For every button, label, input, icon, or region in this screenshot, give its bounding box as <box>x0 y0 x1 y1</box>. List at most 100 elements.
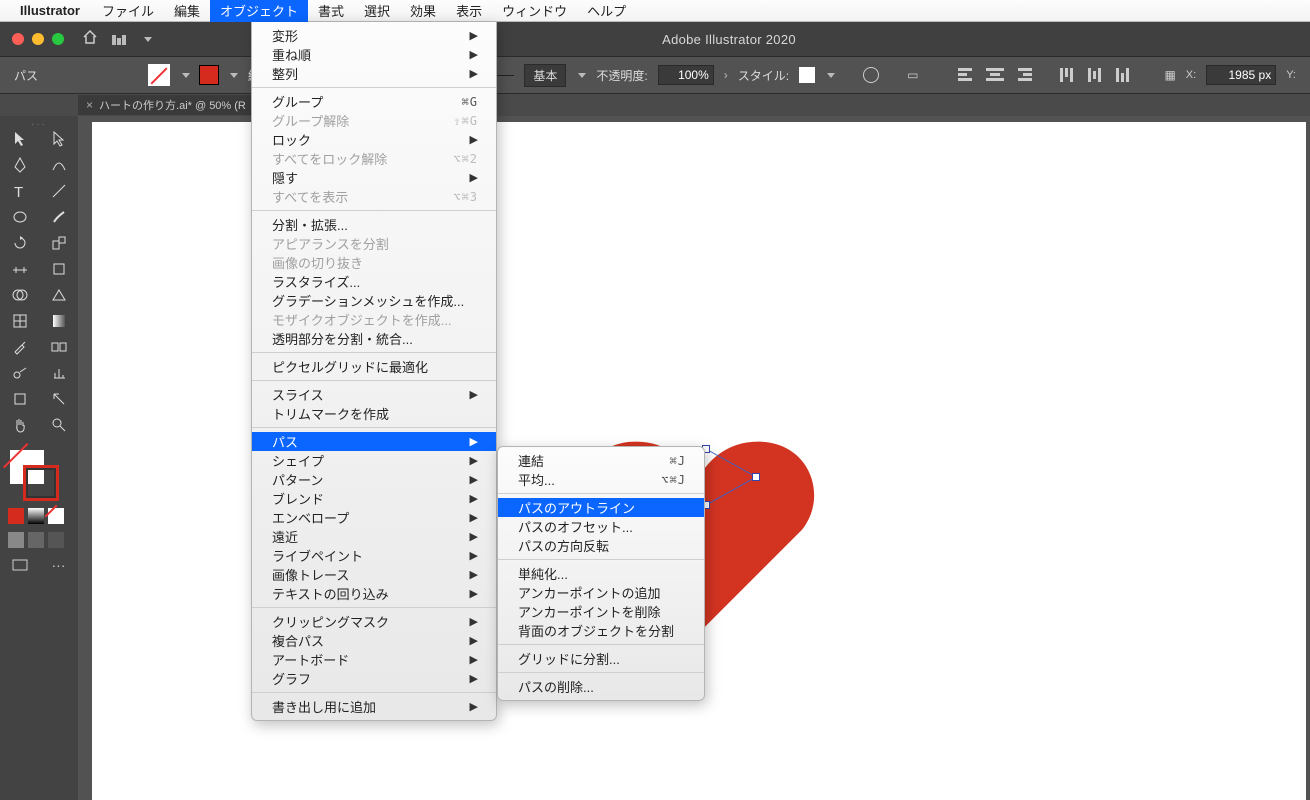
object-menu-item[interactable]: 整列▶ <box>252 64 496 83</box>
align-bottom-icon[interactable] <box>1116 68 1134 82</box>
object-menu-item[interactable]: 透明部分を分割・統合... <box>252 329 496 348</box>
path-submenu-item[interactable]: 背面のオブジェクトを分割 <box>498 621 704 640</box>
line-tool[interactable] <box>39 180 78 206</box>
draw-behind-icon[interactable] <box>28 532 44 548</box>
graph-tool[interactable] <box>39 362 78 388</box>
scale-tool[interactable] <box>39 232 78 258</box>
object-menu-item[interactable]: ロック▶ <box>252 130 496 149</box>
object-menu-item[interactable]: 画像トレース▶ <box>252 565 496 584</box>
menu-書式[interactable]: 書式 <box>308 0 354 22</box>
blend-tool[interactable] <box>39 336 78 362</box>
transform-icon[interactable]: ▦ <box>1164 68 1175 82</box>
object-menu-item[interactable]: 重ね順▶ <box>252 45 496 64</box>
object-menu-item[interactable]: テキストの回り込み▶ <box>252 584 496 603</box>
path-submenu-item[interactable]: パスのアウトライン <box>498 498 704 517</box>
fill-swatch[interactable] <box>148 64 170 86</box>
path-submenu-item[interactable]: パスのオフセット... <box>498 517 704 536</box>
menu-選択[interactable]: 選択 <box>354 0 400 22</box>
align-middle-icon[interactable] <box>1088 68 1106 82</box>
path-submenu-item[interactable]: 平均...⌥⌘J <box>498 470 704 489</box>
align-top-icon[interactable] <box>1060 68 1078 82</box>
align-right-icon[interactable] <box>1014 68 1032 82</box>
arrange-documents-icon[interactable] <box>112 33 134 45</box>
gradient-tool[interactable] <box>39 310 78 336</box>
object-menu-item[interactable]: アートボード▶ <box>252 650 496 669</box>
maximize-window-button[interactable] <box>52 33 64 45</box>
direct-selection-tool[interactable] <box>39 128 78 154</box>
screen-mode-button[interactable] <box>0 552 39 578</box>
zoom-tool[interactable] <box>39 414 78 440</box>
chevron-down-icon[interactable] <box>827 73 835 78</box>
object-menu-item[interactable]: 変形▶ <box>252 26 496 45</box>
artboard-tool[interactable] <box>0 388 39 414</box>
object-menu-item[interactable]: クリッピングマスク▶ <box>252 612 496 631</box>
mesh-tool[interactable] <box>0 310 39 336</box>
perspective-tool[interactable] <box>39 284 78 310</box>
object-menu-item[interactable]: 複合パス▶ <box>252 631 496 650</box>
stroke-swatch[interactable] <box>200 66 218 84</box>
object-menu-item[interactable]: 隠す▶ <box>252 168 496 187</box>
stroke-indicator[interactable] <box>26 468 56 498</box>
draw-inside-icon[interactable] <box>48 532 64 548</box>
path-submenu-item[interactable]: パスの方向反転 <box>498 536 704 555</box>
object-menu-item[interactable]: トリムマークを作成 <box>252 404 496 423</box>
fill-stroke-widget[interactable] <box>0 444 78 504</box>
object-menu-item[interactable]: ピクセルグリッドに最適化 <box>252 357 496 376</box>
path-submenu-item[interactable]: アンカーポイントを削除 <box>498 602 704 621</box>
object-menu-item[interactable]: シェイプ▶ <box>252 451 496 470</box>
align-to-icon[interactable]: ▭ <box>907 68 918 82</box>
object-menu-item[interactable]: 書き出し用に追加▶ <box>252 697 496 716</box>
path-submenu-item[interactable]: アンカーポイントの追加 <box>498 583 704 602</box>
type-tool[interactable]: T <box>0 180 39 206</box>
close-tab-icon[interactable]: × <box>86 98 93 112</box>
home-icon[interactable] <box>82 30 98 49</box>
symbol-sprayer-tool[interactable] <box>0 362 39 388</box>
close-window-button[interactable] <box>12 33 24 45</box>
color-mode-icon[interactable] <box>8 508 24 524</box>
hand-tool[interactable] <box>0 414 39 440</box>
object-menu-item[interactable]: パス▶ <box>252 432 496 451</box>
none-mode-icon[interactable] <box>48 508 64 524</box>
profile-label[interactable]: 基本 <box>524 64 566 87</box>
free-transform-tool[interactable] <box>39 258 78 284</box>
path-submenu-item[interactable]: 連結⌘J <box>498 451 704 470</box>
x-field[interactable]: 1985 px <box>1206 65 1276 85</box>
pen-tool[interactable] <box>0 154 39 180</box>
edit-toolbar-button[interactable]: ··· <box>39 552 78 578</box>
gradient-mode-icon[interactable] <box>28 508 44 524</box>
object-menu-item[interactable]: グラフ▶ <box>252 669 496 688</box>
menu-表示[interactable]: 表示 <box>446 0 492 22</box>
eyedropper-tool[interactable] <box>0 336 39 362</box>
object-menu-item[interactable]: スライス▶ <box>252 385 496 404</box>
chevron-down-icon[interactable] <box>182 73 190 78</box>
align-left-icon[interactable] <box>958 68 976 82</box>
path-submenu-item[interactable]: 単純化... <box>498 564 704 583</box>
object-menu-item[interactable]: グラデーションメッシュを作成... <box>252 291 496 310</box>
panel-grip[interactable] <box>0 120 78 128</box>
object-menu-item[interactable]: 遠近▶ <box>252 527 496 546</box>
object-menu-item[interactable]: 分割・拡張... <box>252 215 496 234</box>
curvature-tool[interactable] <box>39 154 78 180</box>
menu-効果[interactable]: 効果 <box>400 0 446 22</box>
style-swatch[interactable] <box>799 67 815 83</box>
shape-builder-tool[interactable] <box>0 284 39 310</box>
menu-オブジェクト[interactable]: オブジェクト <box>210 0 308 22</box>
rotate-tool[interactable] <box>0 232 39 258</box>
chevron-down-icon[interactable] <box>230 73 238 78</box>
menu-ファイル[interactable]: ファイル <box>92 0 164 22</box>
object-menu-item[interactable]: ライブペイント▶ <box>252 546 496 565</box>
object-menu-item[interactable]: パターン▶ <box>252 470 496 489</box>
chevron-down-icon[interactable] <box>144 37 152 42</box>
recolor-icon[interactable] <box>863 67 879 83</box>
draw-normal-icon[interactable] <box>8 532 24 548</box>
opacity-arrow-icon[interactable]: › <box>724 68 728 82</box>
opacity-field[interactable]: 100% <box>658 65 714 85</box>
align-center-icon[interactable] <box>986 68 1004 82</box>
width-tool[interactable] <box>0 258 39 284</box>
slice-tool[interactable] <box>39 388 78 414</box>
document-tab[interactable]: × ハートの作り方.ai* @ 50% (R <box>78 95 256 115</box>
object-menu-item[interactable]: ラスタライズ... <box>252 272 496 291</box>
menu-編集[interactable]: 編集 <box>164 0 210 22</box>
menu-ヘルプ[interactable]: ヘルプ <box>577 0 636 22</box>
object-menu-item[interactable]: ブレンド▶ <box>252 489 496 508</box>
